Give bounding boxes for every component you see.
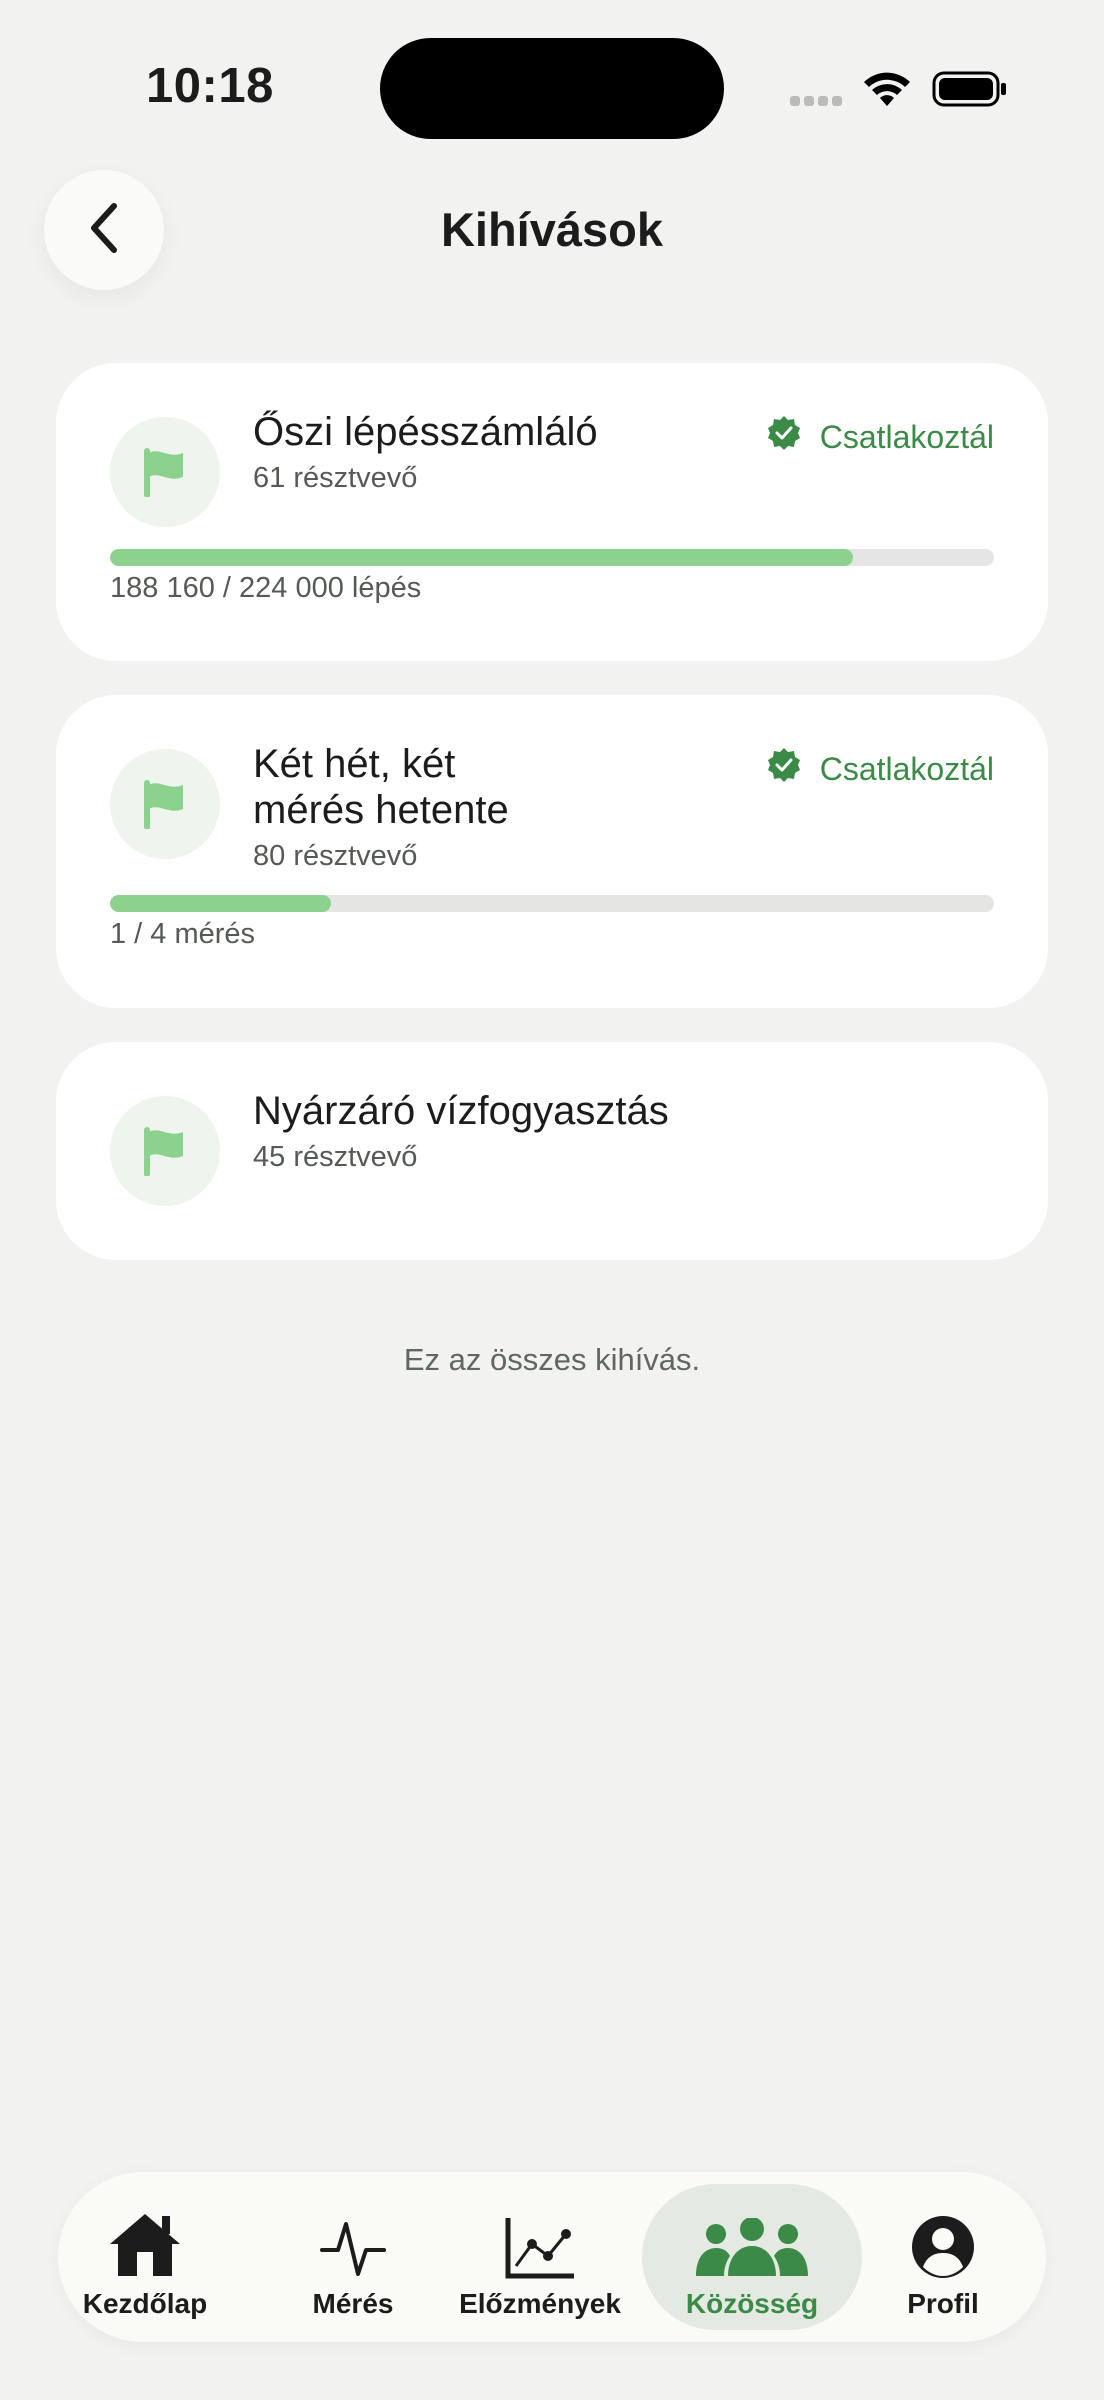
challenge-card[interactable]: Őszi lépésszámláló 61 résztvevő Csatlako… bbox=[56, 363, 1048, 661]
profile-icon bbox=[910, 2200, 976, 2280]
flag-icon bbox=[110, 417, 220, 527]
tab-history[interactable]: Előzmények bbox=[459, 2184, 621, 2330]
tab-community[interactable]: Közösség bbox=[642, 2184, 862, 2330]
joined-badge: Csatlakoztál bbox=[766, 747, 994, 791]
dynamic-island bbox=[380, 38, 724, 139]
challenge-title: Őszi lépésszámláló bbox=[253, 410, 598, 454]
challenge-participants: 80 résztvevő bbox=[253, 840, 418, 872]
end-of-list-note: Ez az összes kihívás. bbox=[403, 1342, 701, 1377]
community-icon bbox=[692, 2200, 812, 2280]
pulse-icon bbox=[320, 2200, 386, 2280]
challenge-card[interactable]: Két hét, két mérés hetente 80 résztvevő … bbox=[56, 695, 1048, 1008]
flag-icon bbox=[110, 749, 220, 859]
cellular-signal-icon bbox=[790, 96, 842, 106]
joined-badge: Csatlakoztál bbox=[766, 415, 994, 459]
progress-fill bbox=[110, 895, 331, 912]
joined-label: Csatlakoztál bbox=[819, 750, 994, 787]
tab-home[interactable]: Kezdőlap bbox=[80, 2184, 210, 2330]
challenge-title: Nyárzáró vízfogyasztás bbox=[253, 1089, 669, 1133]
progress-text: 188 160 / 224 000 lépés bbox=[110, 572, 422, 604]
challenge-participants: 45 résztvevő bbox=[253, 1141, 418, 1173]
nav-header: Kihívások bbox=[0, 170, 1104, 290]
challenge-title: Két hét, két mérés hetente bbox=[253, 742, 509, 832]
progress-text: 1 / 4 mérés bbox=[110, 918, 256, 950]
status-time: 10:18 bbox=[146, 59, 274, 113]
home-icon bbox=[106, 2200, 184, 2280]
joined-label: Csatlakoztál bbox=[819, 418, 994, 455]
battery-icon bbox=[932, 70, 1008, 113]
challenge-participants: 61 résztvevő bbox=[253, 462, 418, 494]
challenge-card[interactable]: Nyárzáró vízfogyasztás 45 résztvevő bbox=[56, 1042, 1048, 1260]
progress-bar bbox=[110, 549, 994, 566]
status-bar: 10:18 bbox=[0, 0, 1104, 180]
progress-fill bbox=[110, 549, 853, 566]
verified-check-icon bbox=[766, 747, 802, 791]
tab-measurement[interactable]: Mérés bbox=[293, 2184, 413, 2330]
page-title: Kihívások bbox=[440, 203, 664, 256]
flag-icon bbox=[110, 1096, 220, 1206]
tab-bar: Kezdőlap Mérés Előzmények Közösség Profi… bbox=[58, 2172, 1046, 2342]
tab-profile[interactable]: Profil bbox=[888, 2184, 998, 2330]
chart-icon bbox=[504, 2200, 576, 2280]
progress-bar bbox=[110, 895, 994, 912]
verified-check-icon bbox=[766, 415, 802, 459]
wifi-icon bbox=[862, 70, 912, 113]
